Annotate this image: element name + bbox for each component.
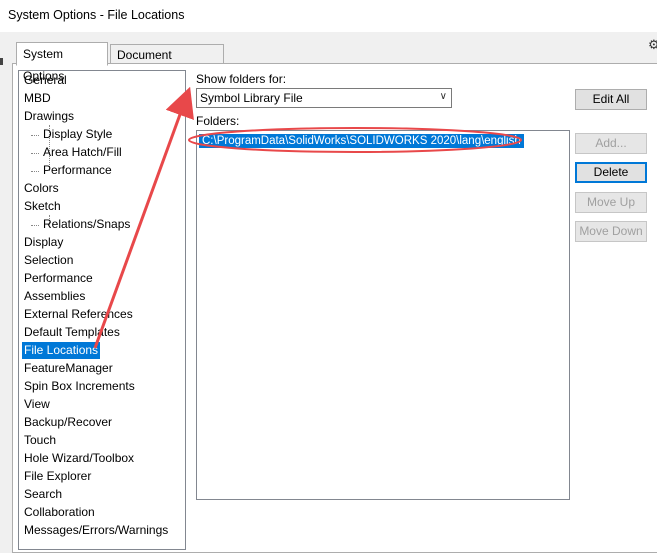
tree-item[interactable]: Spin Box Increments: [22, 378, 137, 395]
tree-item[interactable]: Performance: [22, 270, 95, 287]
tab-system-options[interactable]: System Options: [16, 42, 108, 83]
tree-item[interactable]: Performance: [41, 162, 114, 179]
help-icon[interactable]: ⚙: [648, 38, 657, 52]
tree-item[interactable]: Search: [22, 486, 64, 503]
move-up-button[interactable]: Move Up: [575, 192, 647, 213]
move-down-button[interactable]: Move Down: [575, 221, 647, 242]
tree-item[interactable]: Display Style: [41, 126, 114, 143]
tab-document-properties[interactable]: Document Properties: [110, 44, 224, 82]
tree-item[interactable]: Assemblies: [22, 288, 87, 305]
tree-item[interactable]: File Locations: [22, 342, 101, 359]
window-title: System Options - File Locations: [8, 8, 185, 22]
tree-connector: [31, 225, 39, 226]
tree-item[interactable]: Selection: [22, 252, 75, 269]
add-button[interactable]: Add...: [575, 133, 647, 154]
tab-label: System Options: [23, 47, 65, 83]
folder-row[interactable]: C:\ProgramData\SolidWorks\SOLIDWORKS 202…: [199, 134, 524, 148]
tree-item[interactable]: External References: [22, 306, 135, 323]
tree-item[interactable]: File Explorer: [22, 468, 93, 485]
tree-item[interactable]: Hole Wizard/Toolbox: [22, 450, 136, 467]
tree-item[interactable]: Drawings: [22, 108, 76, 125]
tree-item[interactable]: Default Templates: [22, 324, 122, 341]
tree-item[interactable]: Colors: [22, 180, 61, 197]
tree-item[interactable]: Touch: [22, 432, 58, 449]
title-bar: System Options - File Locations: [0, 0, 657, 32]
tree-item[interactable]: Display: [22, 234, 65, 251]
tree-connector: [31, 135, 39, 136]
window-edge-mark: [0, 58, 3, 65]
show-folders-dropdown[interactable]: Symbol Library File ∨: [196, 88, 452, 108]
tree-item[interactable]: View: [22, 396, 52, 413]
delete-button[interactable]: Delete: [575, 162, 647, 183]
chevron-down-icon: ∨: [439, 91, 447, 102]
tree-item[interactable]: Messages/Errors/Warnings: [22, 522, 170, 539]
tree-item[interactable]: Collaboration: [22, 504, 97, 521]
tree-connector: [31, 171, 39, 172]
folders-label: Folders:: [196, 114, 240, 128]
tree-item[interactable]: MBD: [22, 90, 53, 107]
edit-all-button[interactable]: Edit All: [575, 89, 647, 110]
tree-item[interactable]: Sketch: [22, 198, 63, 215]
tree-item[interactable]: Relations/Snaps: [41, 216, 132, 233]
tree-item[interactable]: Backup/Recover: [22, 414, 114, 431]
show-folders-value: Symbol Library File: [200, 91, 303, 105]
tree-connector: [31, 153, 39, 154]
tree-item[interactable]: FeatureManager: [22, 360, 115, 377]
show-folders-label: Show folders for:: [196, 72, 287, 86]
tree-item[interactable]: Area Hatch/Fill: [41, 144, 124, 161]
folders-list[interactable]: C:\ProgramData\SolidWorks\SOLIDWORKS 202…: [196, 130, 570, 500]
